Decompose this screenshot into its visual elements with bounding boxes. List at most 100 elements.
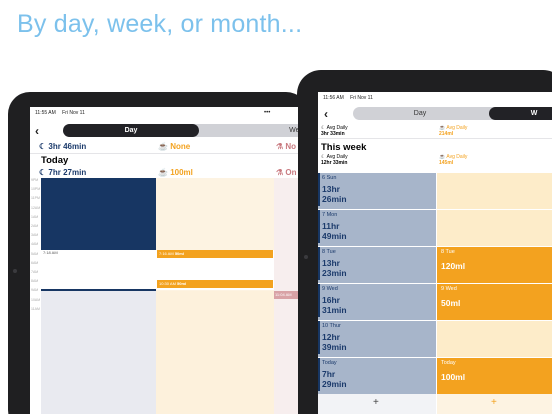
status-bar: 11:55 AM Fri Nov 11: [35, 110, 85, 116]
headline: By day, week, or month...: [17, 10, 303, 38]
sleep-value-minutes: 39min: [322, 342, 347, 352]
status-bar: 11:56 AM Fri Nov 11: [323, 95, 373, 101]
moon-icon: ☾: [39, 142, 47, 151]
camera-dot: [13, 269, 17, 273]
status-date: Fri Nov 11: [350, 95, 373, 101]
day-label: 10 Thur: [322, 323, 341, 329]
sleep-day-row[interactable]: 6 Sun 13hr 26min: [318, 172, 436, 209]
hour-tick-label: 10AM: [31, 297, 41, 302]
sleep-day-row[interactable]: 8 Tue 13hr 23min: [318, 246, 436, 283]
sleep-value-minutes: 29min: [322, 379, 347, 389]
sleep-bar-accent: [318, 321, 320, 354]
avg-water-top: ☕ Avg Daily 214ml: [439, 125, 468, 137]
hour-tick-label: 11PM: [31, 196, 40, 201]
water-day-row[interactable]: [437, 320, 552, 357]
sleep-block-shaded: [41, 291, 156, 414]
sleep-add-bar: +: [318, 394, 436, 414]
water-day-row[interactable]: [437, 209, 552, 246]
hour-tick-label: 10PM: [31, 187, 41, 192]
hour-tick-label: 3AM: [31, 233, 39, 238]
sleep-value-hours: 12hr: [322, 332, 340, 342]
water-column: 7:16 AM 50ml 10:30 AM 50ml: [156, 178, 274, 414]
day-label: 8 Tue: [441, 249, 455, 255]
sleep-block-night[interactable]: [41, 178, 156, 250]
moon-icon: ☾: [39, 168, 47, 177]
camera-dot: [304, 255, 308, 259]
wake-time-label: 7:18 AM: [43, 250, 58, 255]
status-time: 11:55 AM: [35, 110, 56, 116]
hour-tick-label: 8AM: [31, 279, 39, 284]
day-label: 9 Wed: [441, 286, 457, 292]
sleep-value-hours: 13hr: [322, 258, 340, 268]
water-entry-1[interactable]: 7:16 AM 50ml: [157, 250, 273, 258]
tab-week[interactable]: Week: [263, 124, 298, 137]
add-sleep-button[interactable]: +: [373, 397, 379, 408]
sleep-value-minutes: 26min: [322, 194, 347, 204]
avg-water-week: ☕ Avg Daily 145ml: [439, 154, 468, 166]
awake-gap: [41, 250, 156, 290]
status-time: 11:56 AM: [323, 95, 344, 101]
water-day-row[interactable]: Today 100ml: [437, 357, 552, 394]
tab-week[interactable]: W: [489, 107, 552, 120]
sleep-day-row[interactable]: 7 Mon 11hr 49min: [318, 209, 436, 246]
hour-tick-label: 11AM: [31, 306, 40, 311]
other-entry[interactable]: 11:04 AM: [274, 291, 298, 299]
today-sleep: ☾ 7hr 27min: [39, 168, 87, 177]
water-value: 120ml: [441, 261, 466, 271]
today-water: ☕ 100ml: [158, 168, 193, 177]
other-summary: ⚗ No: [276, 142, 297, 151]
sleep-column: 7:18 AM: [41, 178, 156, 414]
week-title: This week: [321, 142, 367, 153]
today-title: Today: [41, 155, 69, 166]
day-label: 8 Tue: [322, 249, 336, 255]
water-day-row[interactable]: 9 Wed 50ml: [437, 283, 552, 320]
sleep-bar-accent: [318, 210, 320, 243]
bottle-icon: ⚗: [276, 168, 284, 177]
water-day-row[interactable]: 8 Tue 120ml: [437, 246, 552, 283]
sleep-bar-accent: [318, 247, 320, 280]
hour-tick-label: 7AM: [31, 270, 39, 274]
sleep-value-hours: 7hr: [322, 369, 336, 379]
tab-day[interactable]: Day: [63, 124, 199, 137]
sleep-value-minutes: 49min: [322, 231, 347, 241]
water-value: 100ml: [441, 372, 466, 382]
sleep-day-row[interactable]: 9 Wed 16hr 31min: [318, 283, 436, 320]
sleep-value-minutes: 23min: [322, 268, 347, 278]
avg-sleep-week: ☾ Avg Daily 12hr 33min: [321, 154, 348, 166]
day-label: Today: [441, 360, 456, 366]
back-button[interactable]: ‹: [35, 124, 39, 138]
sleep-value-hours: 13hr: [322, 184, 340, 194]
divider: [318, 138, 552, 139]
water-entry-2[interactable]: 10:30 AM 50ml: [157, 280, 273, 288]
sleep-value-hours: 11hr: [322, 221, 340, 231]
other-column: 11:04 AM: [274, 178, 298, 414]
cup-icon: ☕: [158, 142, 168, 151]
water-summary: ☕ None: [158, 142, 191, 151]
right-screen: 11:56 AM Fri Nov 11 ‹ Day W ☾ Avg Daily …: [318, 92, 552, 414]
back-button[interactable]: ‹: [324, 107, 328, 121]
water-day-row[interactable]: [437, 172, 552, 209]
sleep-value-hours: 16hr: [322, 295, 340, 305]
day-label: Today: [322, 360, 337, 366]
add-water-button[interactable]: +: [491, 397, 497, 408]
sleep-bar-accent: [318, 284, 320, 317]
day-label: 9 Wed: [322, 286, 338, 292]
sleep-day-row[interactable]: Today 7hr 29min: [318, 357, 436, 394]
hour-tick-label: 2AM: [31, 224, 39, 228]
hour-tick-label: 1AM: [31, 214, 39, 219]
range-segmented-control: Day Week: [63, 124, 298, 137]
cup-icon: ☕: [158, 168, 168, 177]
status-date: Fri Nov 11: [62, 110, 85, 116]
day-label: 6 Sun: [322, 175, 337, 181]
avg-sleep-top: ☾ Avg Daily 3hr 33min: [321, 125, 348, 137]
left-screen: 11:55 AM Fri Nov 11 ••• ‹ Day Week ☾ 3hr…: [30, 107, 298, 414]
multitask-dots[interactable]: •••: [264, 110, 270, 116]
tab-day[interactable]: Day: [353, 107, 487, 120]
sleep-day-row[interactable]: 10 Thur 12hr 39min: [318, 320, 436, 357]
hour-tick-label: 12AM: [31, 205, 41, 210]
hour-tick-label: 5AM: [31, 251, 39, 256]
bottle-icon: ⚗: [276, 142, 284, 151]
day-label: 7 Mon: [322, 212, 338, 218]
sleep-bar-accent: [318, 173, 320, 206]
hour-tick-label: 4AM: [31, 242, 39, 247]
